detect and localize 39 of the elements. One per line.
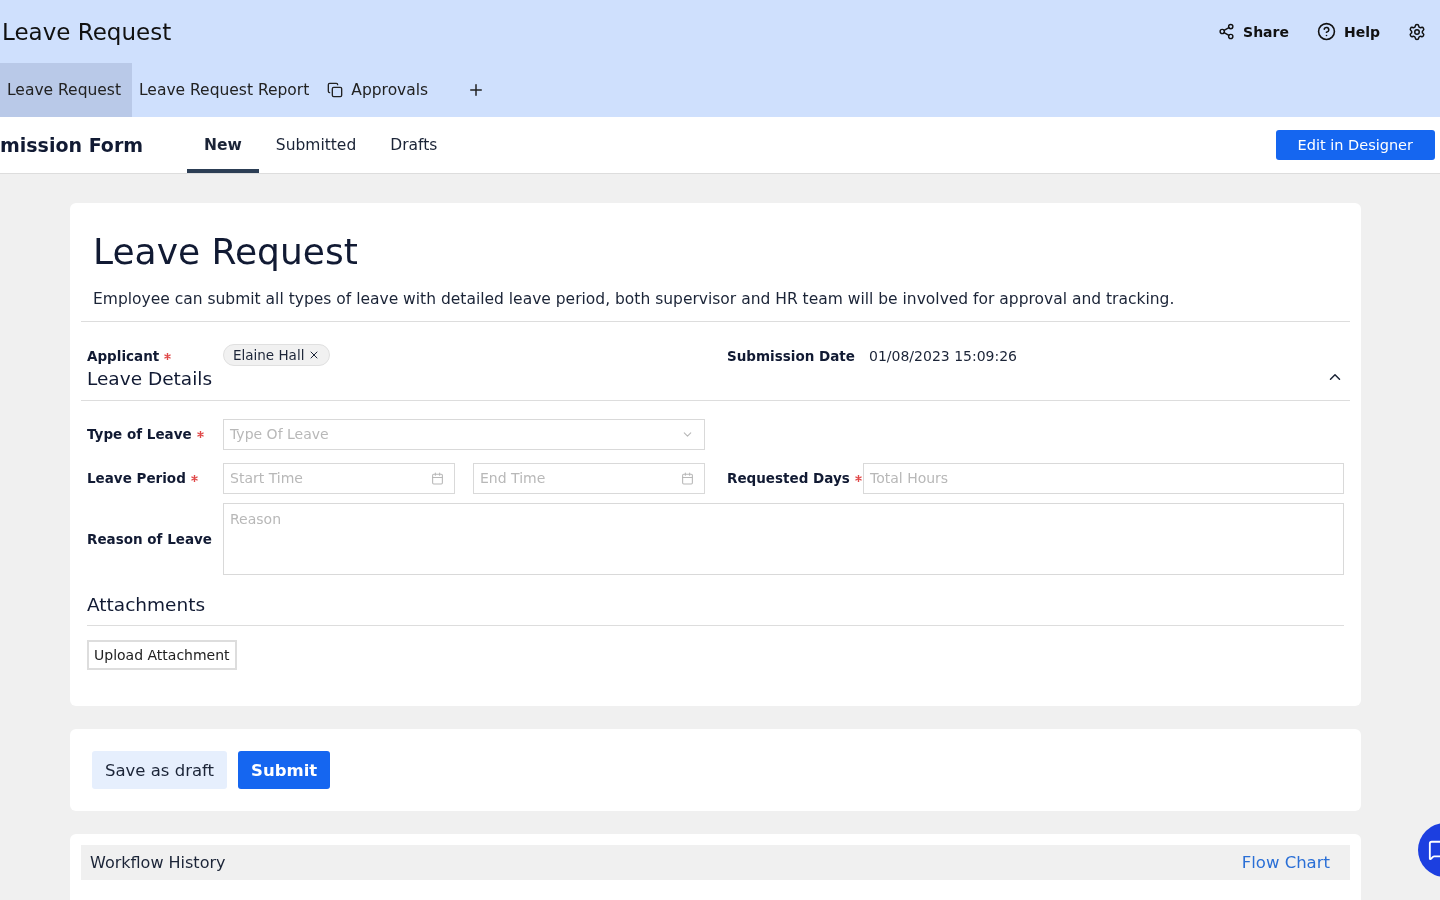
workflow-title: Workflow History	[90, 853, 227, 872]
settings-icon	[1408, 22, 1426, 41]
app-tab[interactable]: Leave Request	[0, 63, 132, 117]
share-button[interactable]: Share	[1218, 23, 1289, 40]
form-title: mission Form	[0, 134, 144, 156]
settings-button[interactable]	[1408, 22, 1426, 41]
field-label: Applicant	[87, 348, 223, 364]
form-tab[interactable]: New	[187, 117, 259, 173]
upload-attachment-button[interactable]: Upload Attachment	[87, 640, 237, 670]
edit-in-designer-button[interactable]: Edit in Designer	[1275, 130, 1435, 160]
help-icon	[1316, 22, 1336, 41]
required-icon	[164, 352, 172, 360]
section-title: Attachments	[87, 593, 207, 615]
field-label: Leave Period	[87, 470, 223, 486]
app-title: Leave Request	[2, 18, 173, 45]
calendar-icon	[681, 471, 694, 485]
save-draft-button[interactable]: Save as draft	[92, 751, 228, 789]
form-description: Employee can submit all types of leave with detailed leave period, both supervisor and HR team will be involved for approval and tracking.	[93, 290, 1176, 310]
field-label: Type of Leave	[87, 426, 223, 442]
flow-chart-link[interactable]: Flow Chart	[1241, 853, 1330, 872]
field-label: Submission Date	[727, 348, 856, 364]
app-tab[interactable]: Leave Request Report	[132, 63, 321, 117]
field-label: Reason of Leave	[87, 531, 213, 547]
share-icon	[1218, 23, 1236, 40]
pages-icon	[327, 82, 344, 98]
required-icon	[854, 474, 862, 482]
field-label: Requested Days	[727, 470, 863, 486]
submit-button[interactable]: Submit	[238, 751, 331, 789]
form-tab[interactable]: Submitted	[258, 117, 374, 173]
form-heading: Leave Request	[93, 231, 359, 272]
submission-date: 01/08/2023 15:09:26	[869, 348, 1018, 364]
required-icon	[196, 430, 204, 438]
app-tab[interactable]: Approvals	[320, 63, 440, 117]
calendar-icon	[431, 471, 444, 485]
form-tab[interactable]: Drafts	[373, 117, 455, 173]
applicant-chip[interactable]: Elaine Hall	[223, 344, 331, 366]
section-title: Leave Details	[87, 368, 214, 389]
help-button[interactable]: Help	[1316, 22, 1380, 41]
required-icon	[190, 474, 198, 482]
